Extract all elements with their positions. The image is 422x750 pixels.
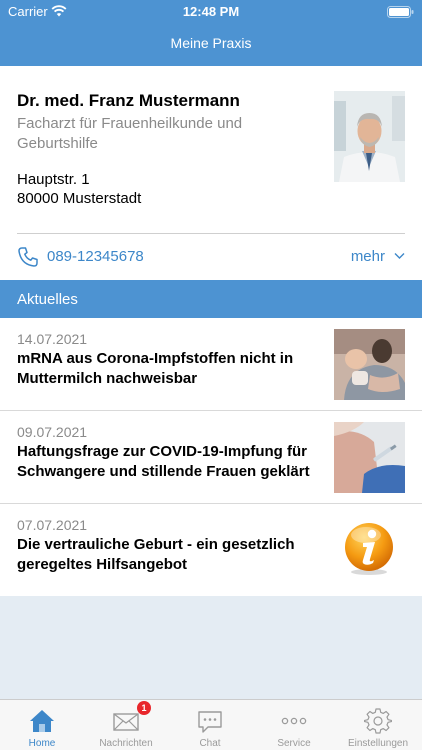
tab-chat[interactable]: Chat <box>168 700 252 750</box>
home-icon <box>30 710 54 732</box>
unread-badge: 1 <box>137 701 151 715</box>
tab-label: Chat <box>199 738 221 749</box>
news-item[interactable]: 09.07.2021 Haftungsfrage zur COVID-19-Im… <box>0 411 422 503</box>
tab-service[interactable]: Service <box>252 700 336 750</box>
doctor-name: Dr. med. Franz Mustermann <box>17 91 240 110</box>
news-date: 07.07.2021 <box>17 517 88 533</box>
doctor-specialty: Facharzt für Frauenheilkunde und Geburts… <box>17 115 243 152</box>
tab-label: Service <box>277 738 311 749</box>
top-bar: Carrier 12:48 PM Meine Praxis <box>0 0 422 66</box>
battery-icon <box>387 6 414 18</box>
gear-icon <box>364 708 392 734</box>
chevron-down-icon[interactable] <box>394 252 405 260</box>
doctor-street: Hauptstr. 1 <box>17 171 90 188</box>
chat-icon <box>198 711 222 733</box>
tab-label: Nachrichten <box>99 738 153 749</box>
phone-icon[interactable] <box>17 246 39 268</box>
mail-icon <box>113 713 139 731</box>
divider <box>17 233 405 234</box>
news-item[interactable]: 07.07.2021 Die vertrauliche Geburt - ein… <box>0 504 422 596</box>
page-title: Meine Praxis <box>170 35 252 51</box>
phone-number-link[interactable]: 089-12345678 <box>47 248 144 265</box>
news-date: 09.07.2021 <box>17 424 88 440</box>
section-header-news: Aktuelles <box>0 280 422 318</box>
more-button[interactable]: mehr <box>351 248 385 265</box>
tab-bar: Home 1 Nachrichten Chat Service Einstell… <box>0 699 422 750</box>
news-title: Haftungsfrage zur COVID-19-Impfung für S… <box>17 443 310 480</box>
status-bar: Carrier 12:48 PM <box>0 0 422 24</box>
news-title: mRNA aus Corona-Impfstoffen nicht in Mut… <box>17 350 294 387</box>
tab-nachrichten[interactable]: 1 Nachrichten <box>84 700 168 750</box>
news-date: 14.07.2021 <box>17 331 88 347</box>
doctor-card: Dr. med. Franz Mustermann Facharzt für F… <box>0 66 422 280</box>
tab-einstellungen[interactable]: Einstellungen <box>336 700 420 750</box>
mother-baby-photo <box>334 329 405 400</box>
tab-label: Einstellungen <box>347 738 409 749</box>
doctor-photo <box>334 91 405 182</box>
tab-label: Home <box>28 738 56 749</box>
doctor-city: 80000 Musterstadt <box>17 190 142 207</box>
news-title: Die vertrauliche Geburt - ein gesetzlich… <box>17 536 295 573</box>
more-dots-icon <box>281 717 307 725</box>
info-icon <box>345 523 393 575</box>
news-item[interactable]: 14.07.2021 mRNA aus Corona-Impfstoffen n… <box>0 318 422 410</box>
status-time: 12:48 PM <box>182 4 240 19</box>
tab-home[interactable]: Home <box>0 700 84 750</box>
vaccination-photo <box>334 422 405 493</box>
